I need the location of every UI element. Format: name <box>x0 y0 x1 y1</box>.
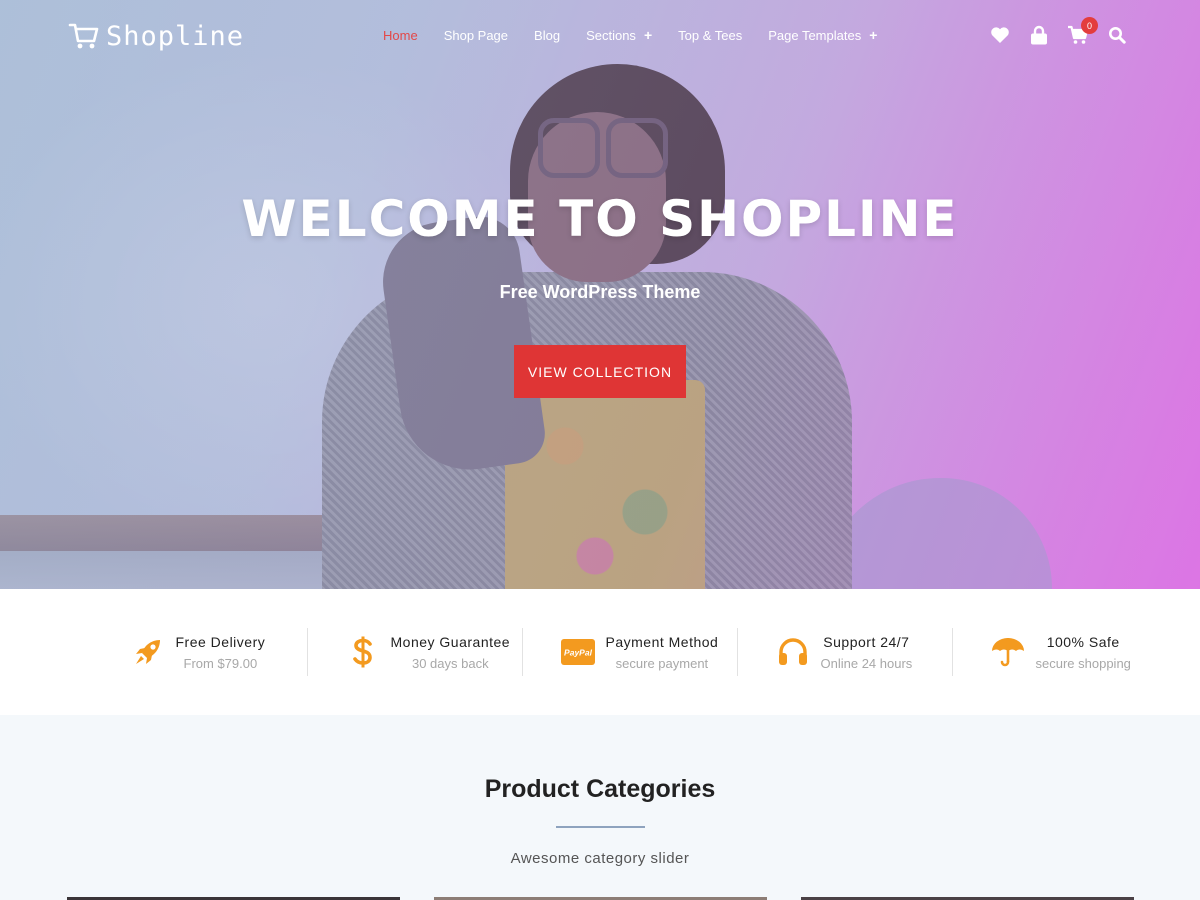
cart-button[interactable]: 0 <box>1066 17 1098 47</box>
feature-subtitle: secure shopping <box>1035 655 1131 671</box>
hero-subtitle: Free WordPress Theme <box>499 282 701 302</box>
paypal-icon: PayPal <box>560 634 596 670</box>
nav-item-top-tees[interactable]: Top & Tees <box>665 28 755 43</box>
section-subtitle: Awesome category slider <box>510 850 690 867</box>
heart-icon <box>991 27 1009 43</box>
feature-safe: 100% Safe secure shopping <box>951 589 1167 715</box>
headphones-icon <box>775 634 811 670</box>
logo-text: Shopline <box>106 20 245 52</box>
nav-item-label: Page Templates <box>768 27 862 43</box>
nav-item-label: Sections <box>586 27 636 43</box>
features-strip: Free Delivery From $79.00 Money Guarante… <box>0 589 1200 715</box>
rocket-icon <box>130 634 166 670</box>
feature-title: Payment Method <box>605 633 719 650</box>
nav-item-label: Shop Page <box>443 27 509 43</box>
feature-title: 100% Safe <box>1046 633 1120 650</box>
cart-logo-icon <box>68 23 99 49</box>
title-divider <box>556 826 645 828</box>
paypal-icon-text: PayPal <box>564 648 593 658</box>
feature-title: Free Delivery <box>175 633 266 650</box>
feature-subtitle: 30 days back <box>411 655 489 671</box>
cart-count-badge: 0 <box>1081 17 1098 34</box>
nav-item-label: Blog <box>534 27 561 43</box>
feature-subtitle: secure payment <box>615 655 709 671</box>
umbrella-icon <box>990 634 1026 670</box>
section-title: Product Categories <box>484 775 716 803</box>
nav-item-label: Home <box>383 27 418 43</box>
nav-item-blog[interactable]: Blog <box>521 28 573 43</box>
feature-money-guarantee: Money Guarantee 30 days back <box>306 589 522 715</box>
main-navigation: Home Shop Page Blog Sections + Top & Tee… <box>370 24 890 46</box>
plus-icon[interactable]: + <box>869 27 877 43</box>
feature-subtitle: Online 24 hours <box>820 655 913 671</box>
lock-icon <box>1031 25 1047 45</box>
account-button[interactable] <box>1027 23 1051 47</box>
search-button[interactable] <box>1105 23 1129 47</box>
dollar-icon <box>345 634 381 670</box>
nav-item-label: Top & Tees <box>678 27 743 43</box>
nav-item-home[interactable]: Home <box>370 28 431 43</box>
feature-free-delivery: Free Delivery From $79.00 <box>92 589 307 715</box>
feature-payment-method: PayPal Payment Method secure payment <box>521 589 737 715</box>
view-collection-button[interactable]: VIEW COLLECTION <box>514 345 686 398</box>
feature-title: Support 24/7 <box>823 633 910 650</box>
wishlist-button[interactable] <box>988 23 1012 47</box>
header-actions: 0 <box>988 17 1129 48</box>
search-icon <box>1109 27 1126 44</box>
plus-icon[interactable]: + <box>644 27 652 43</box>
nav-item-sections[interactable]: Sections + <box>573 27 665 43</box>
site-logo[interactable]: Shopline <box>68 18 244 54</box>
feature-title: Money Guarantee <box>390 633 511 650</box>
nav-item-page-templates[interactable]: Page Templates + <box>755 27 890 43</box>
nav-item-shop-page[interactable]: Shop Page <box>431 28 521 43</box>
feature-subtitle: From $79.00 <box>183 655 258 671</box>
feature-support: Support 24/7 Online 24 hours <box>736 589 952 715</box>
product-categories-section: Product Categories Awesome category slid… <box>0 715 1200 900</box>
hero-title: WELCOME TO SHOPLINE <box>241 190 959 248</box>
